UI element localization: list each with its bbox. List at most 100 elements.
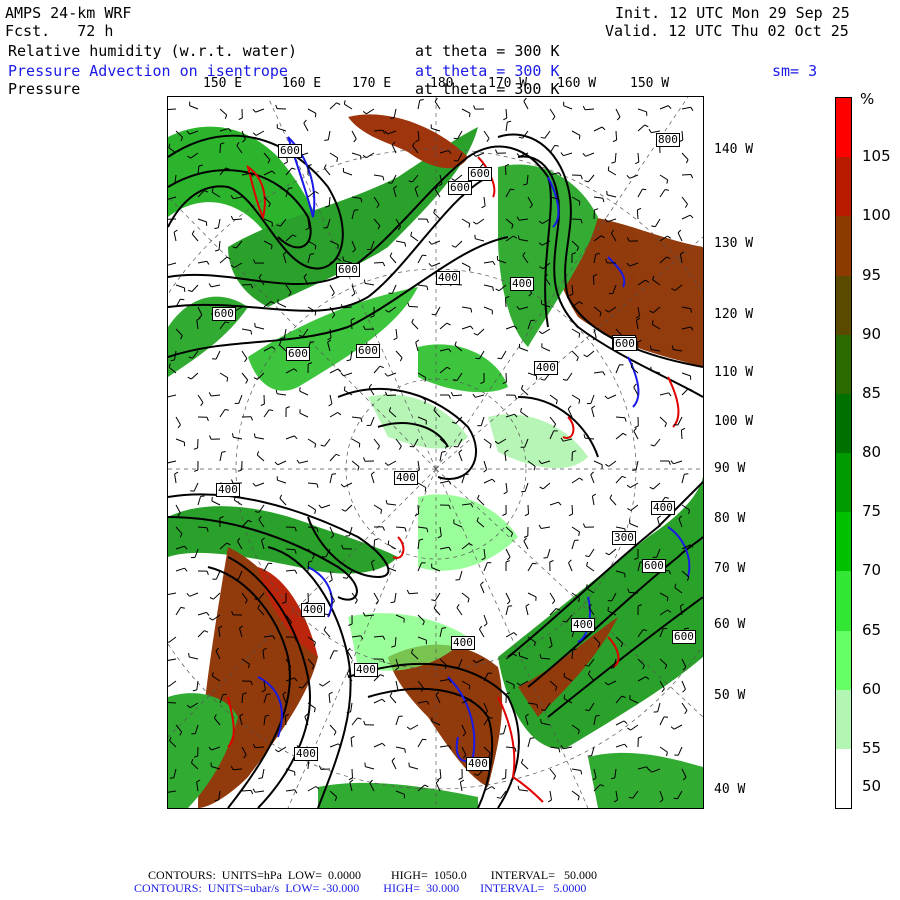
wind-barb-feather (622, 432, 627, 436)
wind-barb-feather (582, 153, 586, 157)
wind-barb-feather (592, 493, 597, 497)
wind-barb (255, 436, 265, 440)
wind-barb (255, 790, 265, 793)
wind-barb-feather (624, 417, 627, 422)
wind-barb (263, 562, 269, 572)
wind-barb-feather (606, 190, 608, 195)
wind-barb (571, 504, 574, 515)
wind-barb (566, 372, 573, 381)
wind-barb-feather (224, 114, 228, 119)
wind-barb (521, 762, 529, 770)
wind-barb-feather (508, 605, 513, 607)
wind-barb (614, 152, 617, 163)
lat-label: 90 W (714, 461, 746, 476)
wind-barb-feather (424, 377, 427, 382)
wind-barb (417, 504, 420, 515)
field1-level: at theta = 300 K (415, 42, 560, 60)
wind-barb-feather (252, 788, 256, 793)
forecast-hour: Fcst. 72 h (5, 22, 114, 40)
wind-barb-feather (204, 630, 209, 633)
wind-barb (549, 394, 558, 401)
wind-barb-feather (253, 433, 256, 438)
wind-barb-feather (384, 462, 389, 466)
wind-barb-feather (547, 799, 552, 803)
wind-barb-feather (582, 105, 586, 110)
wind-barb-feather (626, 484, 631, 489)
valid-time: Valid. 12 UTC Thu 02 Oct 25 (605, 22, 849, 40)
wind-barb-feather (582, 523, 586, 528)
contour-label: 600 (212, 307, 236, 321)
wind-barb-feather (314, 509, 317, 514)
wind-barb (277, 479, 287, 484)
wind-barb (417, 284, 427, 287)
wind-barb-feather (540, 718, 542, 724)
wind-barb-feather (428, 263, 432, 267)
wind-barb (586, 565, 595, 572)
wind-barb (505, 297, 507, 308)
wind-barb-feather (369, 779, 373, 784)
wind-barb-feather (180, 298, 185, 301)
wind-barb-feather (523, 537, 527, 542)
wind-barb (329, 152, 338, 159)
wind-barb (615, 416, 626, 419)
wind-barb (608, 460, 617, 467)
wind-barb (681, 196, 688, 205)
wind-barb-feather (406, 589, 410, 594)
contour-info-advection: CONTOURS: UNITS=ubar/s LOW= -30.000 HIGH… (134, 881, 587, 895)
wind-barb-feather (677, 229, 682, 234)
wind-barb (483, 478, 493, 484)
wind-barb (329, 453, 337, 462)
wind-barb (255, 482, 265, 487)
wind-barb (373, 742, 383, 748)
wind-barb-feather (244, 358, 248, 363)
wind-barb-feather (664, 423, 667, 428)
wind-barb-feather (387, 540, 390, 545)
wind-barb-feather (502, 513, 507, 516)
wind-barb-feather (649, 486, 654, 490)
wind-barb-feather (651, 225, 656, 228)
wind-barb (168, 658, 177, 661)
wind-barb-feather (505, 560, 510, 563)
wind-barb-feather (390, 117, 395, 119)
wind-barb-feather (473, 221, 477, 225)
wind-barb-feather (684, 710, 688, 715)
wind-barb-feather (208, 283, 212, 288)
wind-barb (439, 745, 449, 748)
wind-barb (571, 540, 576, 550)
wind-barb-feather (294, 789, 298, 794)
wind-barb (637, 152, 640, 163)
wind-barb (615, 475, 623, 484)
wind-barb-feather (406, 726, 411, 730)
wind-barb (329, 368, 339, 374)
wind-barb (500, 350, 507, 359)
wind-barb-feather (279, 494, 283, 499)
wind-barb (395, 350, 403, 358)
wind-barb-feather (341, 508, 346, 512)
wind-barb-feather (501, 777, 506, 780)
wind-barb (299, 460, 309, 464)
wind-barb (461, 262, 471, 268)
wind-barb-feather (611, 161, 616, 164)
wind-barb-feather (310, 341, 315, 343)
wind-barb (321, 504, 331, 509)
wind-barb-feather (314, 113, 317, 118)
wind-barb (189, 592, 199, 597)
wind-barb-feather (480, 581, 484, 586)
wind-barb-feather (497, 357, 502, 360)
wind-barb-feather (363, 457, 366, 462)
wind-barb (254, 746, 265, 749)
wind-barb-feather (568, 559, 572, 564)
wind-barb (255, 130, 265, 136)
wind-barb-feather (362, 110, 367, 115)
wind-barb-feather (374, 538, 379, 541)
wind-barb-feather (605, 552, 610, 556)
wind-barb (197, 260, 207, 264)
contour-label: 400 (436, 271, 460, 285)
wind-barb (629, 174, 639, 179)
wind-barb (307, 438, 316, 445)
wind-barb (677, 232, 683, 242)
wind-barb-feather (328, 403, 333, 407)
wind-barb (592, 275, 595, 286)
wind-barb-feather (274, 749, 279, 753)
wind-barb (285, 435, 295, 440)
